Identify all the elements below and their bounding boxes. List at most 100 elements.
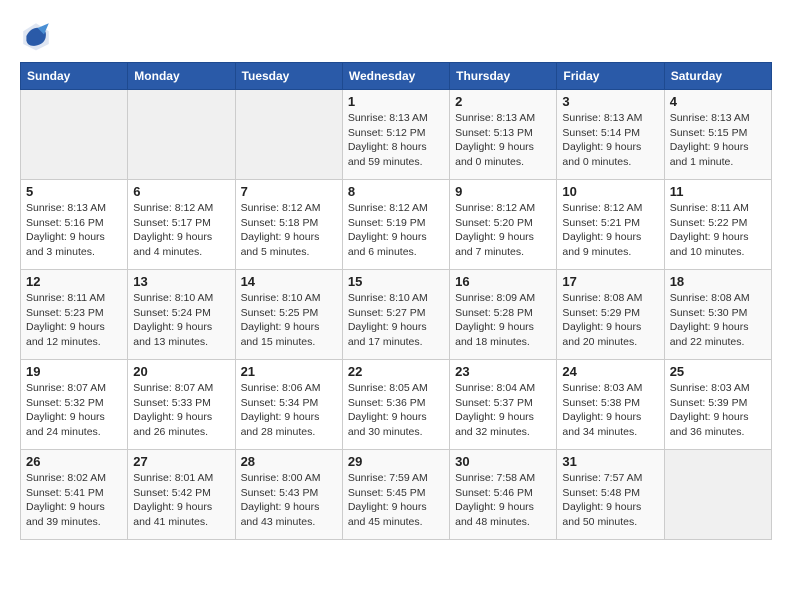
calendar-cell: 30 Sunrise: 7:58 AMSunset: 5:46 PMDayligh…	[450, 450, 557, 540]
day-info: Sunrise: 8:12 AMSunset: 5:18 PMDaylight:…	[241, 201, 337, 260]
day-number: 29	[348, 454, 444, 469]
day-number: 19	[26, 364, 122, 379]
day-info: Sunrise: 8:08 AMSunset: 5:30 PMDaylight:…	[670, 291, 766, 350]
calendar-cell: 11 Sunrise: 8:11 AMSunset: 5:22 PMDayligh…	[664, 180, 771, 270]
calendar-week-3: 12 Sunrise: 8:11 AMSunset: 5:23 PMDayligh…	[21, 270, 772, 360]
day-info: Sunrise: 7:58 AMSunset: 5:46 PMDaylight:…	[455, 471, 551, 530]
day-info: Sunrise: 8:12 AMSunset: 5:21 PMDaylight:…	[562, 201, 658, 260]
col-header-saturday: Saturday	[664, 63, 771, 90]
day-number: 31	[562, 454, 658, 469]
day-info: Sunrise: 8:00 AMSunset: 5:43 PMDaylight:…	[241, 471, 337, 530]
day-number: 4	[670, 94, 766, 109]
col-header-sunday: Sunday	[21, 63, 128, 90]
day-number: 10	[562, 184, 658, 199]
calendar-cell: 9 Sunrise: 8:12 AMSunset: 5:20 PMDaylight…	[450, 180, 557, 270]
day-info: Sunrise: 8:05 AMSunset: 5:36 PMDaylight:…	[348, 381, 444, 440]
calendar-cell: 23Sunrise: 8:04 AMSunset: 5:37 PMDayligh…	[450, 360, 557, 450]
calendar-week-1: 1 Sunrise: 8:13 AMSunset: 5:12 PMDaylight…	[21, 90, 772, 180]
day-number: 5	[26, 184, 122, 199]
calendar-cell: 20 Sunrise: 8:07 AMSunset: 5:33 PMDayligh…	[128, 360, 235, 450]
day-number: 22	[348, 364, 444, 379]
day-info: Sunrise: 8:10 AMSunset: 5:25 PMDaylight:…	[241, 291, 337, 350]
day-info: Sunrise: 8:12 AMSunset: 5:19 PMDaylight:…	[348, 201, 444, 260]
day-info: Sunrise: 8:10 AMSunset: 5:24 PMDaylight:…	[133, 291, 229, 350]
day-number: 3	[562, 94, 658, 109]
day-info: Sunrise: 8:02 AMSunset: 5:41 PMDaylight:…	[26, 471, 122, 530]
day-number: 30	[455, 454, 551, 469]
page-header	[20, 20, 772, 52]
day-info: Sunrise: 8:13 AMSunset: 5:14 PMDaylight:…	[562, 111, 658, 170]
day-number: 2	[455, 94, 551, 109]
calendar-cell: 24 Sunrise: 8:03 AMSunset: 5:38 PMDayligh…	[557, 360, 664, 450]
day-number: 23	[455, 364, 551, 379]
day-number: 24	[562, 364, 658, 379]
day-info: Sunrise: 8:12 AMSunset: 5:20 PMDaylight:…	[455, 201, 551, 260]
day-number: 17	[562, 274, 658, 289]
day-info: Sunrise: 8:03 AMSunset: 5:38 PMDaylight:…	[562, 381, 658, 440]
day-number: 16	[455, 274, 551, 289]
col-header-monday: Monday	[128, 63, 235, 90]
day-number: 13	[133, 274, 229, 289]
calendar-cell: 8 Sunrise: 8:12 AMSunset: 5:19 PMDaylight…	[342, 180, 449, 270]
day-number: 25	[670, 364, 766, 379]
day-info: Sunrise: 8:11 AMSunset: 5:23 PMDaylight:…	[26, 291, 122, 350]
calendar-week-2: 5Sunrise: 8:13 AMSunset: 5:16 PMDaylight…	[21, 180, 772, 270]
calendar-cell: 4 Sunrise: 8:13 AMSunset: 5:15 PMDaylight…	[664, 90, 771, 180]
calendar-body: 1 Sunrise: 8:13 AMSunset: 5:12 PMDaylight…	[21, 90, 772, 540]
day-info: Sunrise: 8:13 AMSunset: 5:13 PMDaylight:…	[455, 111, 551, 170]
calendar-cell: 26 Sunrise: 8:02 AMSunset: 5:41 PMDayligh…	[21, 450, 128, 540]
day-number: 1	[348, 94, 444, 109]
day-number: 20	[133, 364, 229, 379]
day-info: Sunrise: 8:08 AMSunset: 5:29 PMDaylight:…	[562, 291, 658, 350]
calendar-cell	[21, 90, 128, 180]
day-number: 12	[26, 274, 122, 289]
calendar-cell: 19 Sunrise: 8:07 AMSunset: 5:32 PMDayligh…	[21, 360, 128, 450]
day-info: Sunrise: 8:10 AMSunset: 5:27 PMDaylight:…	[348, 291, 444, 350]
logo	[20, 20, 54, 52]
calendar-cell: 7Sunrise: 8:12 AMSunset: 5:18 PMDaylight…	[235, 180, 342, 270]
calendar-cell: 5Sunrise: 8:13 AMSunset: 5:16 PMDaylight…	[21, 180, 128, 270]
day-number: 15	[348, 274, 444, 289]
calendar-table: SundayMondayTuesdayWednesdayThursdayFrid…	[20, 62, 772, 540]
day-info: Sunrise: 7:57 AMSunset: 5:48 PMDaylight:…	[562, 471, 658, 530]
calendar-cell: 22 Sunrise: 8:05 AMSunset: 5:36 PMDayligh…	[342, 360, 449, 450]
day-info: Sunrise: 8:11 AMSunset: 5:22 PMDaylight:…	[670, 201, 766, 260]
col-header-wednesday: Wednesday	[342, 63, 449, 90]
day-info: Sunrise: 8:07 AMSunset: 5:33 PMDaylight:…	[133, 381, 229, 440]
calendar-cell: 17 Sunrise: 8:08 AMSunset: 5:29 PMDayligh…	[557, 270, 664, 360]
calendar-week-4: 19 Sunrise: 8:07 AMSunset: 5:32 PMDayligh…	[21, 360, 772, 450]
day-number: 26	[26, 454, 122, 469]
calendar-cell: 15 Sunrise: 8:10 AMSunset: 5:27 PMDayligh…	[342, 270, 449, 360]
day-info: Sunrise: 8:13 AMSunset: 5:12 PMDaylight:…	[348, 111, 444, 170]
day-number: 9	[455, 184, 551, 199]
col-header-thursday: Thursday	[450, 63, 557, 90]
day-info: Sunrise: 8:01 AMSunset: 5:42 PMDaylight:…	[133, 471, 229, 530]
calendar-cell: 1 Sunrise: 8:13 AMSunset: 5:12 PMDaylight…	[342, 90, 449, 180]
day-info: Sunrise: 8:13 AMSunset: 5:15 PMDaylight:…	[670, 111, 766, 170]
calendar-cell: 25 Sunrise: 8:03 AMSunset: 5:39 PMDayligh…	[664, 360, 771, 450]
day-number: 14	[241, 274, 337, 289]
calendar-header-row: SundayMondayTuesdayWednesdayThursdayFrid…	[21, 63, 772, 90]
calendar-cell: 21Sunrise: 8:06 AMSunset: 5:34 PMDayligh…	[235, 360, 342, 450]
calendar-week-5: 26 Sunrise: 8:02 AMSunset: 5:41 PMDayligh…	[21, 450, 772, 540]
day-info: Sunrise: 8:07 AMSunset: 5:32 PMDaylight:…	[26, 381, 122, 440]
day-number: 28	[241, 454, 337, 469]
calendar-cell: 13 Sunrise: 8:10 AMSunset: 5:24 PMDayligh…	[128, 270, 235, 360]
day-info: Sunrise: 8:06 AMSunset: 5:34 PMDaylight:…	[241, 381, 337, 440]
calendar-cell: 12 Sunrise: 8:11 AMSunset: 5:23 PMDayligh…	[21, 270, 128, 360]
day-info: Sunrise: 7:59 AMSunset: 5:45 PMDaylight:…	[348, 471, 444, 530]
col-header-friday: Friday	[557, 63, 664, 90]
calendar-cell: 27Sunrise: 8:01 AMSunset: 5:42 PMDayligh…	[128, 450, 235, 540]
col-header-tuesday: Tuesday	[235, 63, 342, 90]
day-number: 11	[670, 184, 766, 199]
day-number: 6	[133, 184, 229, 199]
day-number: 8	[348, 184, 444, 199]
day-info: Sunrise: 8:03 AMSunset: 5:39 PMDaylight:…	[670, 381, 766, 440]
calendar-cell: 28 Sunrise: 8:00 AMSunset: 5:43 PMDayligh…	[235, 450, 342, 540]
day-info: Sunrise: 8:12 AMSunset: 5:17 PMDaylight:…	[133, 201, 229, 260]
calendar-cell	[128, 90, 235, 180]
day-number: 18	[670, 274, 766, 289]
calendar-cell: 16Sunrise: 8:09 AMSunset: 5:28 PMDayligh…	[450, 270, 557, 360]
calendar-cell: 14 Sunrise: 8:10 AMSunset: 5:25 PMDayligh…	[235, 270, 342, 360]
calendar-cell: 29 Sunrise: 7:59 AMSunset: 5:45 PMDayligh…	[342, 450, 449, 540]
